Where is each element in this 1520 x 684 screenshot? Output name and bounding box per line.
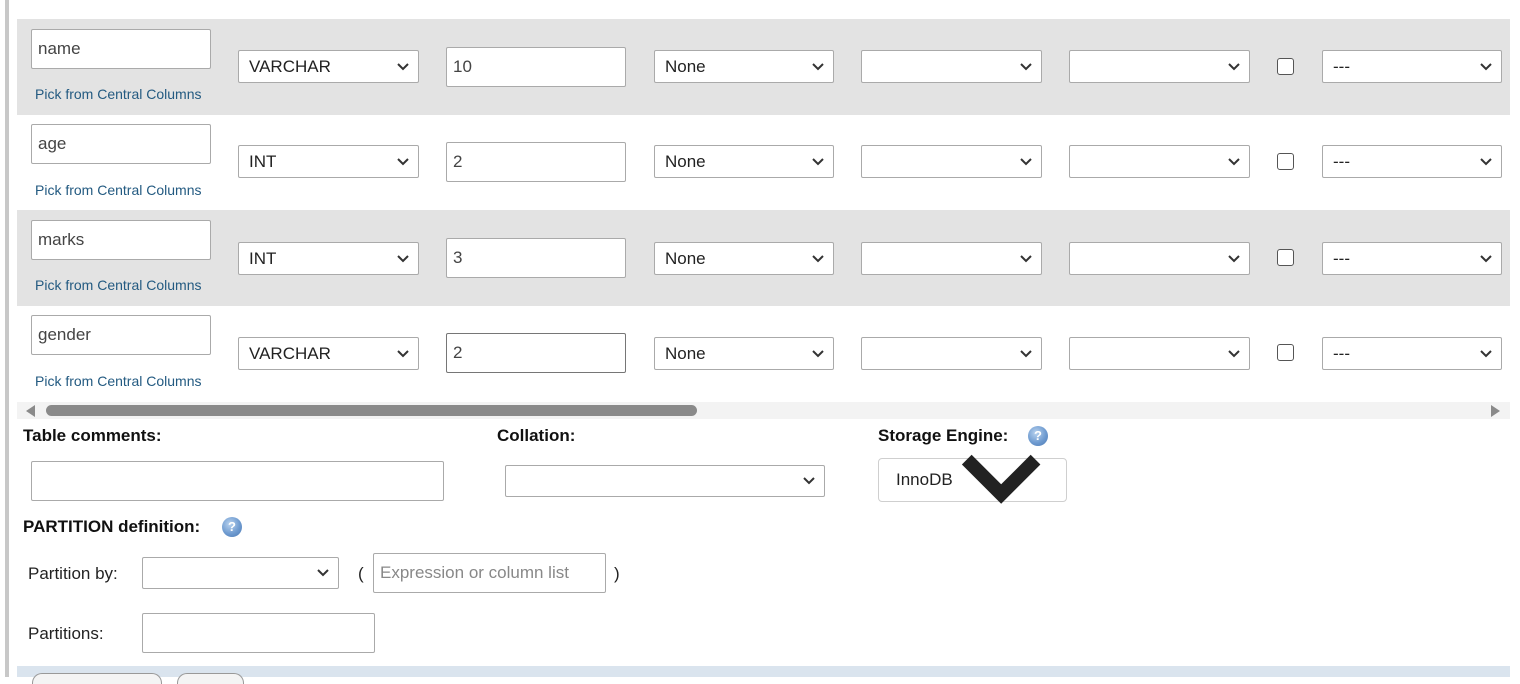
column-row: name Pick from Central Columns VARCHAR 1… (17, 19, 1510, 115)
select-value: --- (1333, 151, 1350, 171)
column-name-input[interactable]: name (31, 29, 211, 69)
partition-by-label: Partition by: (28, 564, 118, 583)
chevron-down-icon (812, 62, 824, 70)
column-name-input[interactable]: marks (31, 220, 211, 260)
chevron-down-icon (1228, 349, 1240, 357)
form-footer (17, 666, 1510, 684)
save-button[interactable] (32, 673, 162, 684)
table-comments-label: Table comments: (23, 426, 162, 445)
chevron-down-icon (1020, 62, 1032, 70)
chevron-down-icon (397, 254, 409, 262)
chevron-down-icon (812, 349, 824, 357)
column-row: marks Pick from Central Columns INT 3 No… (17, 210, 1510, 306)
preview-button[interactable] (177, 673, 244, 684)
chevron-down-icon (1480, 254, 1492, 262)
pick-central-columns-link[interactable]: Pick from Central Columns (35, 86, 202, 102)
chevron-down-icon (812, 254, 824, 262)
select-value: None (665, 248, 706, 268)
select-value: --- (1333, 248, 1350, 268)
partitions-label: Partitions: (28, 624, 104, 643)
input-placeholder: Expression or column list (380, 563, 569, 582)
chevron-down-icon (1228, 62, 1240, 70)
partition-expression-input[interactable]: Expression or column list (373, 553, 606, 593)
chevron-down-icon (1480, 349, 1492, 357)
chevron-down-icon (1020, 157, 1032, 165)
open-paren: ( (358, 564, 364, 583)
column-attributes-select[interactable] (1069, 337, 1250, 370)
pick-central-columns-link[interactable]: Pick from Central Columns (35, 277, 202, 293)
collation-label: Collation: (497, 426, 576, 445)
column-default-select[interactable]: None (654, 145, 834, 178)
column-collation-select[interactable] (861, 145, 1042, 178)
column-type-select[interactable]: VARCHAR (238, 337, 419, 370)
column-name-input[interactable]: age (31, 124, 211, 164)
column-default-select[interactable]: None (654, 242, 834, 275)
scroll-left-arrow-icon[interactable] (26, 405, 35, 417)
select-value: None (665, 343, 706, 363)
left-border (0, 0, 11, 677)
chevron-down-icon (803, 477, 815, 485)
column-attributes-select[interactable] (1069, 50, 1250, 83)
column-index-select[interactable]: --- (1322, 50, 1502, 83)
column-collation-select[interactable] (861, 50, 1042, 83)
column-attributes-select[interactable] (1069, 145, 1250, 178)
pick-central-columns-link[interactable]: Pick from Central Columns (35, 373, 202, 389)
select-value: None (665, 151, 706, 171)
column-row: age Pick from Central Columns INT 2 None… (17, 114, 1510, 210)
column-length-input[interactable]: 2 (446, 142, 626, 182)
horizontal-scrollbar[interactable] (17, 402, 1510, 419)
column-name-input[interactable]: gender (31, 315, 211, 355)
column-length-input[interactable]: 2 (446, 333, 626, 373)
column-type-select[interactable]: INT (238, 145, 419, 178)
chevron-down-icon (397, 157, 409, 165)
null-checkbox[interactable] (1277, 58, 1294, 75)
null-checkbox[interactable] (1277, 249, 1294, 266)
chevron-down-icon (1020, 349, 1032, 357)
pick-central-columns-link[interactable]: Pick from Central Columns (35, 182, 202, 198)
select-value: --- (1333, 56, 1350, 76)
partitions-input[interactable] (142, 613, 375, 653)
chevron-down-icon (317, 569, 329, 577)
collation-select[interactable] (505, 465, 825, 497)
storage-engine-select[interactable]: InnoDB (878, 454, 1067, 504)
column-index-select[interactable]: --- (1322, 242, 1502, 275)
column-type-select[interactable]: VARCHAR (238, 50, 419, 83)
null-checkbox[interactable] (1277, 153, 1294, 170)
column-type-select[interactable]: INT (238, 242, 419, 275)
chevron-down-icon (1228, 157, 1240, 165)
chevron-down-icon (812, 157, 824, 165)
select-value: VARCHAR (249, 56, 331, 76)
scroll-right-arrow-icon[interactable] (1491, 405, 1500, 417)
chevron-down-icon (397, 62, 409, 70)
chevron-down-icon (961, 454, 1041, 504)
table-comments-input[interactable] (31, 461, 444, 501)
column-row: gender Pick from Central Columns VARCHAR… (17, 305, 1510, 401)
column-index-select[interactable]: --- (1322, 145, 1502, 178)
column-index-select[interactable]: --- (1322, 337, 1502, 370)
close-paren: ) (614, 564, 620, 583)
chevron-down-icon (1480, 157, 1492, 165)
chevron-down-icon (397, 349, 409, 357)
help-icon[interactable]: ? (222, 517, 242, 537)
partition-heading: PARTITION definition: (23, 517, 201, 536)
select-value: None (665, 56, 706, 76)
select-value: VARCHAR (249, 343, 331, 363)
partition-by-select[interactable] (142, 557, 339, 589)
null-checkbox[interactable] (1277, 344, 1294, 361)
select-value: INT (249, 151, 277, 171)
select-value: --- (1333, 343, 1350, 363)
column-default-select[interactable]: None (654, 337, 834, 370)
select-value: InnoDB (896, 470, 953, 489)
column-attributes-select[interactable] (1069, 242, 1250, 275)
column-default-select[interactable]: None (654, 50, 834, 83)
column-length-input[interactable]: 10 (446, 47, 626, 87)
select-value: INT (249, 248, 277, 268)
column-collation-select[interactable] (861, 242, 1042, 275)
column-length-input[interactable]: 3 (446, 238, 626, 278)
scrollbar-thumb[interactable] (46, 405, 697, 416)
column-collation-select[interactable] (861, 337, 1042, 370)
chevron-down-icon (1020, 254, 1032, 262)
chevron-down-icon (1228, 254, 1240, 262)
chevron-down-icon (1480, 62, 1492, 70)
